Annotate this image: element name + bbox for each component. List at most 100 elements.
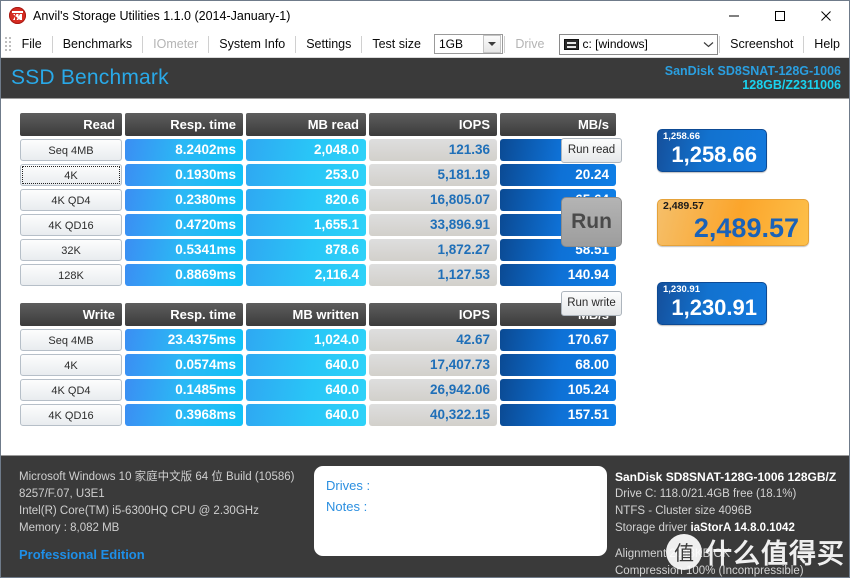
drive-capacity: Drive C: 118.0/21.4GB free (18.1%) — [615, 488, 797, 500]
menu-separator — [504, 35, 506, 53]
column-header-write: Write — [20, 303, 122, 326]
row-label-button[interactable]: Seq 4MB — [20, 139, 122, 161]
drive-label: Drive — [515, 37, 545, 51]
cell-mb: 640.0 — [246, 379, 366, 401]
cpu-model: Intel(R) Core(TM) i5-6300HQ CPU @ 2.30GH… — [19, 505, 259, 517]
menu-separator — [142, 35, 144, 53]
column-header-resp-time: Resp. time — [125, 113, 243, 136]
cell-iops: 5,181.19 — [369, 164, 497, 186]
storage-driver-label: Storage driver — [615, 522, 688, 534]
drive-icon — [563, 38, 579, 50]
memory-size: Memory : 8,082 MB — [19, 522, 120, 534]
table-row: 4K QD16 0.3968ms 640.0 40,322.15 157.51 — [20, 404, 616, 426]
table-row: 4K 0.0574ms 640.0 17,407.73 68.00 — [20, 354, 616, 376]
cell-resp-time: 0.4720ms — [125, 214, 243, 236]
total-score-small: 2,489.57 — [663, 199, 704, 212]
row-label-button[interactable]: 4K — [20, 164, 122, 186]
app-window: Anvil's Storage Utilities 1.1.0 (2014-Ja… — [0, 0, 850, 578]
menu-item-file[interactable]: File — [13, 34, 51, 54]
menu-item-settings[interactable]: Settings — [297, 34, 360, 54]
cell-iops: 17,407.73 — [369, 354, 497, 376]
menu-item-iometer: IOmeter — [153, 37, 199, 51]
drive-filesystem: NTFS - Cluster size 4096B — [615, 505, 752, 517]
menu-separator — [295, 35, 297, 53]
cell-mb: 1,655.1 — [246, 214, 366, 236]
notes-panel[interactable]: Drives : Notes : — [314, 466, 607, 556]
cell-resp-time: 8.2402ms — [125, 139, 243, 161]
row-label-button[interactable]: 4K QD4 — [20, 379, 122, 401]
device-serial: 128GB/Z2311006 — [742, 78, 841, 92]
title-bar: Anvil's Storage Utilities 1.1.0 (2014-Ja… — [1, 1, 849, 31]
row-label-button[interactable]: 32K — [20, 239, 122, 261]
menu-item-help[interactable]: Help — [805, 34, 849, 54]
cell-iops: 1,872.27 — [369, 239, 497, 261]
test-size-value: 1GB — [438, 37, 463, 51]
write-results-table: Write Resp. time MB written IOPS MB/s Se… — [17, 300, 619, 429]
cell-mb: 640.0 — [246, 404, 366, 426]
cell-resp-time: 0.2380ms — [125, 189, 243, 211]
table-row: 4K 0.1930ms 253.0 5,181.19 20.24 — [20, 164, 616, 186]
write-score-small: 1,230.91 — [663, 284, 700, 295]
score-panel: Run read 1,258.66 1,258.66 Run 2,489.57 … — [561, 110, 841, 440]
cell-iops: 40,322.15 — [369, 404, 497, 426]
drive-value: c: [windows] — [582, 37, 648, 51]
drive-info-panel: SanDisk SD8SNAT-128G-1006 128GB/Z Drive … — [607, 456, 849, 577]
window-title: Anvil's Storage Utilities 1.1.0 (2014-Ja… — [33, 8, 291, 23]
row-label-button[interactable]: Seq 4MB — [20, 329, 122, 351]
cell-iops: 121.36 — [369, 139, 497, 161]
table-row: Seq 4MB8.2402ms2,048.0121.36485.42 — [20, 139, 616, 161]
run-write-button[interactable]: Run write — [561, 291, 622, 316]
drive-alignment: Alignment 2048KB OK — [615, 548, 731, 560]
row-label-button[interactable]: 4K — [20, 354, 122, 376]
chevron-down-icon[interactable] — [483, 35, 502, 53]
menu-item-benchmarks[interactable]: Benchmarks — [54, 34, 141, 54]
storage-driver: Storage driver iaStorA 14.8.0.1042 — [615, 520, 849, 537]
cell-resp-time: 0.1485ms — [125, 379, 243, 401]
minimize-icon[interactable] — [711, 1, 757, 31]
column-header-read: Read — [20, 113, 122, 136]
menu-grip[interactable] — [3, 35, 11, 53]
cell-resp-time: 0.3968ms — [125, 404, 243, 426]
column-header-resp-time: Resp. time — [125, 303, 243, 326]
firmware-version: 8257/F.07, U3E1 — [19, 488, 105, 500]
system-info-panel: Microsoft Windows 10 家庭中文版 64 位 Build (1… — [1, 456, 314, 577]
row-label-button[interactable]: 4K QD4 — [20, 189, 122, 211]
row-label-button[interactable]: 4K QD16 — [20, 404, 122, 426]
total-score-row: Run 2,489.57 2,489.57 — [561, 197, 809, 247]
test-size-select[interactable]: 1GB — [433, 34, 504, 54]
run-button[interactable]: Run — [561, 197, 622, 247]
column-header-iops: IOPS — [369, 303, 497, 326]
menu-bar: File Benchmarks IOmeter System Info Sett… — [1, 31, 849, 58]
table-header-row: Read Resp. time MB read IOPS MB/s — [20, 113, 616, 136]
menu-item-system-info[interactable]: System Info — [210, 34, 294, 54]
cell-iops: 16,805.07 — [369, 189, 497, 211]
read-score-box: 1,258.66 1,258.66 — [657, 129, 767, 172]
table-row: 128K 0.8869ms 2,116.4 1,127.53 140.94 — [20, 264, 616, 286]
cell-iops: 26,942.06 — [369, 379, 497, 401]
cell-iops: 1,127.53 — [369, 264, 497, 286]
notes-wrapper: Drives : Notes : — [314, 456, 607, 577]
run-read-button[interactable]: Run read — [561, 138, 622, 163]
drive-compression: Compression 100% (Incompressible) — [615, 565, 804, 577]
menu-separator — [803, 35, 805, 53]
drive-select[interactable]: c: [windows] — [558, 33, 719, 55]
anvil-icon — [9, 7, 26, 24]
menu-item-screenshot[interactable]: Screenshot — [721, 34, 802, 54]
cell-resp-time: 0.0574ms — [125, 354, 243, 376]
table-row: 4K QD4 0.1485ms 640.0 26,942.06 105.24 — [20, 379, 616, 401]
table-header-row: Write Resp. time MB written IOPS MB/s — [20, 303, 616, 326]
column-header-mb-read: MB read — [246, 113, 366, 136]
cell-resp-time: 0.5341ms — [125, 239, 243, 261]
cell-resp-time: 0.1930ms — [125, 164, 243, 186]
drive-model: SanDisk SD8SNAT-128G-1006 128GB/Z — [615, 470, 837, 484]
page-title: SSD Benchmark — [11, 66, 169, 89]
maximize-icon[interactable] — [757, 1, 803, 31]
cell-iops: 42.67 — [369, 329, 497, 351]
benchmark-body: Read Resp. time MB read IOPS MB/s Seq 4M… — [1, 99, 849, 444]
row-label-button[interactable]: 128K — [20, 264, 122, 286]
row-label-button[interactable]: 4K QD16 — [20, 214, 122, 236]
close-icon[interactable] — [803, 1, 849, 31]
chevron-down-icon[interactable] — [700, 35, 717, 53]
total-score-box: 2,489.57 2,489.57 — [657, 198, 809, 246]
